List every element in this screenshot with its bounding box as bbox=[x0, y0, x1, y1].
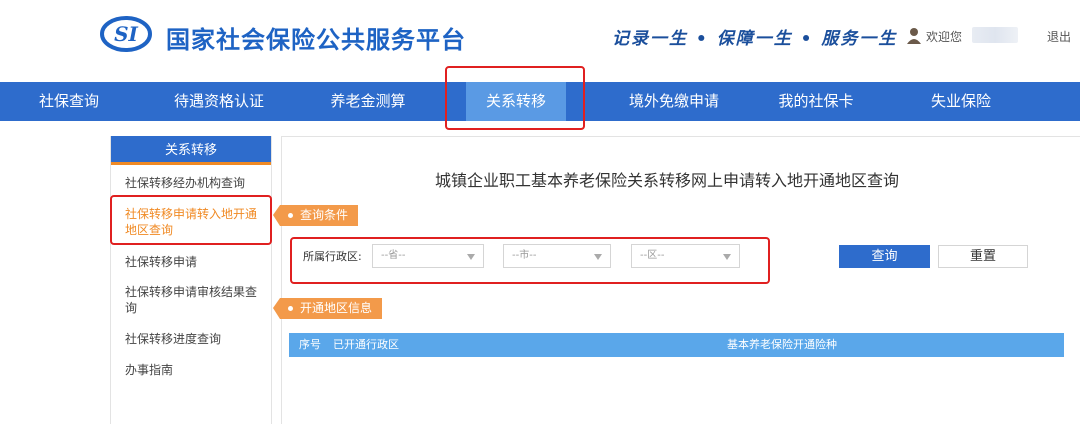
region-label: 所属行政区: bbox=[303, 250, 362, 263]
column-header-index: 序号 bbox=[299, 338, 321, 351]
city-select[interactable]: --市-- bbox=[503, 244, 611, 268]
sidebar-title: 关系转移 bbox=[111, 136, 271, 165]
chevron-down-icon bbox=[467, 254, 475, 260]
logout-link[interactable]: 退出 bbox=[1047, 28, 1071, 45]
chevron-down-icon bbox=[594, 254, 602, 260]
sidebar-item-guide[interactable]: 办事指南 bbox=[125, 362, 265, 378]
page-title: 城镇企业职工基本养老保险关系转移网上申请转入地开通地区查询 bbox=[435, 171, 900, 190]
sidebar-item-review-result[interactable]: 社保转移申请审核结果查询 bbox=[125, 284, 265, 316]
nav-item-qualification[interactable]: 待遇资格认证 bbox=[160, 82, 278, 121]
province-select-value: --省-- bbox=[381, 250, 406, 261]
user-icon bbox=[907, 28, 921, 44]
social-insurance-logo-icon: SI bbox=[100, 16, 152, 52]
sidebar-item-open-region-query[interactable]: 社保转移申请转入地开通地区查询 bbox=[125, 206, 257, 238]
column-header-insurance-type: 基本养老保险开通险种 bbox=[727, 338, 837, 351]
city-select-value: --市-- bbox=[512, 250, 537, 261]
district-select[interactable]: --区-- bbox=[631, 244, 740, 268]
nav-item-social-query[interactable]: 社保查询 bbox=[20, 82, 118, 121]
main-nav: 社保查询 待遇资格认证 养老金测算 关系转移 境外免缴申请 我的社保卡 失业保险 bbox=[0, 82, 1080, 121]
nav-item-overseas-exemption[interactable]: 境外免缴申请 bbox=[610, 82, 738, 121]
sidebar-item-agency-query[interactable]: 社保转移经办机构查询 bbox=[125, 175, 265, 191]
svg-text:SI: SI bbox=[114, 22, 138, 46]
column-header-region: 已开通行政区 bbox=[333, 338, 399, 351]
result-table-header: 序号 已开通行政区 基本养老保险开通险种 bbox=[289, 333, 1064, 357]
site-title: 国家社会保险公共服务平台 bbox=[166, 26, 466, 54]
sidebar-item-transfer-apply[interactable]: 社保转移申请 bbox=[125, 254, 265, 270]
query-section-label: 查询条件 bbox=[300, 208, 349, 222]
nav-item-unemployment[interactable]: 失业保险 bbox=[916, 82, 1006, 121]
welcome-text: 欢迎您 bbox=[926, 30, 963, 44]
result-section-tag: 开通地区信息 bbox=[273, 298, 383, 319]
username-redacted bbox=[972, 27, 1018, 43]
reset-button[interactable]: 重置 bbox=[938, 245, 1028, 268]
nav-item-pension-calc[interactable]: 养老金测算 bbox=[318, 82, 418, 121]
sidebar: 关系转移 社保转移经办机构查询 社保转移申请转入地开通地区查询 社保转移申请 社… bbox=[110, 136, 272, 424]
query-button[interactable]: 查询 bbox=[839, 245, 930, 268]
district-select-value: --区-- bbox=[640, 250, 665, 261]
chevron-down-icon bbox=[723, 254, 731, 260]
result-section-label: 开通地区信息 bbox=[300, 301, 373, 315]
nav-item-my-card[interactable]: 我的社保卡 bbox=[764, 82, 868, 121]
bullet-icon bbox=[288, 213, 293, 218]
sidebar-item-progress-query[interactable]: 社保转移进度查询 bbox=[125, 331, 265, 347]
slogan: 记录一生 • 保障一生 • 服务一生 bbox=[612, 29, 898, 49]
query-section-tag: 查询条件 bbox=[273, 205, 359, 226]
page-header: SI 国家社会保险公共服务平台 记录一生 • 保障一生 • 服务一生 欢迎您 退… bbox=[0, 0, 1080, 82]
province-select[interactable]: --省-- bbox=[372, 244, 484, 268]
bullet-icon bbox=[288, 306, 293, 311]
nav-item-transfer[interactable]: 关系转移 bbox=[466, 82, 566, 121]
